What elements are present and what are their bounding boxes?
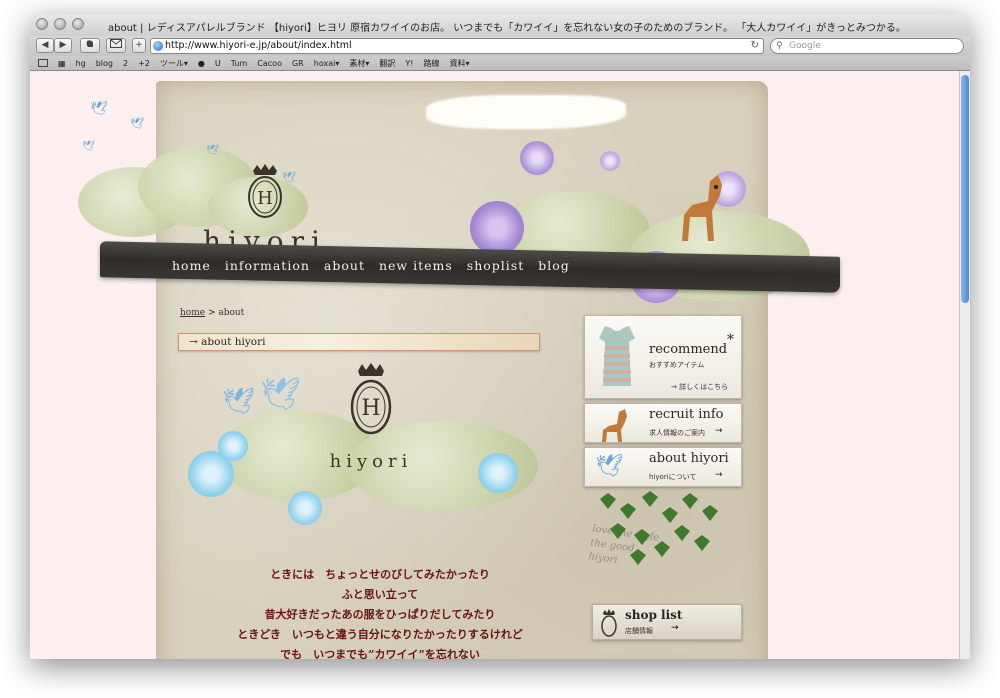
shoplist-card[interactable]: shop list 店舗情報 → [592,604,742,640]
search-input[interactable]: ⚲ Google [770,38,964,54]
page-viewport: 🕊 🕊 🕊 🕊 🕊 H hiyori home information abou… [30,71,959,659]
reload-icon[interactable]: ↻ [751,39,759,53]
arrow-right-icon: → [715,470,723,480]
bookmark-item[interactable]: Y! [405,59,413,68]
bird-icon: 🕊 [130,117,144,130]
elephant-icon [86,40,93,47]
arrow-right-icon: → [715,426,723,436]
section-title: → about hiyori [189,336,266,348]
bookmark-item[interactable]: ツール▾ [160,58,188,69]
bookmark-item[interactable]: hg [76,59,86,68]
breadcrumb-home-link[interactable]: home [180,308,205,318]
browser-window: about | レディスアパレルブランド 【hiyori】ヒヨリ 原宿カワイイの… [30,14,970,659]
about-subtitle: hiyoriについて [649,473,697,481]
ivy-decoration [600,491,718,565]
torn-paper-decoration [426,95,626,129]
recommend-subtitle: おすすめアイテム [649,361,705,369]
main-logo: H hiyori [326,361,416,472]
recruit-title: recruit info [649,407,724,422]
bookmark-item[interactable]: Cacoo [257,59,282,68]
bird-icon: 🕊 [595,454,623,479]
recruit-subtitle: 求人情報のご案内 [649,429,705,437]
search-placeholder: Google [789,41,821,51]
search-icon: ⚲ [776,41,783,51]
bookmarks-bar: ▦ hg blog 2 +2 ツール▾ ● U Tum Cacoo GR hox… [30,56,970,71]
bird-icon: 🕊 [260,375,301,413]
crest-icon: H [350,363,392,435]
bookmark-item[interactable]: 素材▾ [349,58,369,69]
main-navigation: home information about new items shoplis… [172,258,570,273]
crest-icon [601,609,617,637]
bookmark-item[interactable]: blog [96,59,113,68]
shoplist-title: shop list [625,608,683,622]
asterisk-icon: * [727,332,734,348]
grid-icon[interactable]: ▦ [58,59,66,68]
poem-line: ときには ちょっとせのびしてみたかったり [270,568,490,581]
bookmark-item[interactable]: GR [292,59,304,68]
breadcrumb: home > about [180,308,244,318]
title-bar: about | レディスアパレルブランド 【hiyori】ヒヨリ 原宿カワイイの… [30,14,970,36]
poem-text: ときには ちょっとせのびしてみたかったり ふと思い立って 昔大好きだったあの服を… [210,565,550,659]
recruit-card[interactable]: recruit info 求人情報のご案内 → [584,403,742,443]
poem-line: でも いつまでも”カワイイ”を忘れない [280,648,480,659]
dress-icon [599,326,635,386]
apple-icon[interactable]: ● [198,59,205,68]
window-controls [36,18,84,30]
bookmark-item[interactable]: Tum [231,59,248,68]
about-title: about hiyori [649,451,729,466]
poem-line: ときどき いつもと違う自分になりたかったりするけれど [237,628,523,641]
bird-icon: 🕊 [206,145,219,156]
nav-new-items[interactable]: new items [379,258,453,273]
envelope-icon [110,39,122,48]
scrollbar-thumb[interactable] [961,75,969,303]
bookmark-item[interactable]: 資料▾ [449,58,469,69]
evernote-button[interactable] [80,38,100,53]
book-icon[interactable] [38,59,48,67]
globe-icon [153,41,163,51]
close-window-button[interactable] [36,18,48,30]
about-card[interactable]: 🕊 about hiyori hiyoriについて → [584,447,742,487]
nav-blog[interactable]: blog [538,258,570,273]
bird-icon: 🕊 [222,387,256,417]
recommend-card[interactable]: recommend * おすすめアイテム → 詳しくはこちら [584,315,742,399]
zoom-window-button[interactable] [72,18,84,30]
poem-line: 昔大好きだったあの服をひっぱりだしてみたり [264,608,496,621]
mail-button[interactable] [106,38,126,53]
bookmark-item[interactable]: 翻訳 [379,58,395,69]
bookmark-item[interactable]: 2 [123,59,128,68]
bookmark-item[interactable]: 路線 [423,58,439,69]
back-button[interactable]: ◀ [36,38,54,53]
browser-toolbar: ◀ ▶ + http://www.hiyori-e.jp/about/index… [30,36,970,56]
nav-about[interactable]: about [324,258,365,273]
breadcrumb-separator: > [205,308,219,318]
bookmark-item[interactable]: hoxai▾ [314,59,340,68]
shoplist-subtitle: 店舗情報 [625,627,653,635]
add-bookmark-button[interactable]: + [132,38,146,53]
svg-text:H: H [361,396,380,421]
recommend-title: recommend [649,342,728,357]
section-heading: → about hiyori [178,333,540,351]
address-bar[interactable]: http://www.hiyori-e.jp/about/index.html … [150,38,764,54]
bird-icon: 🕊 [90,101,108,117]
nav-shoplist[interactable]: shoplist [467,258,524,273]
url-text: http://www.hiyori-e.jp/about/index.html [165,40,352,51]
window-title: about | レディスアパレルブランド 【hiyori】ヒヨリ 原宿カワイイの… [108,23,906,34]
arrow-right-icon: → [671,623,679,633]
minimize-window-button[interactable] [54,18,66,30]
deer-icon [682,175,722,241]
nav-information[interactable]: information [225,258,310,273]
breadcrumb-current: about [218,308,245,318]
recommend-link[interactable]: → 詳しくはこちら [671,382,728,392]
nav-home[interactable]: home [172,258,211,273]
main-brand-wordmark: hiyori [329,451,413,472]
crest-icon: H [248,164,282,218]
vertical-scrollbar[interactable] [959,71,970,659]
poem-line: ふと思い立って [341,588,419,601]
forward-button[interactable]: ▶ [54,38,72,53]
bookmark-item[interactable]: +2 [138,59,150,68]
bookmark-item[interactable]: U [215,59,221,68]
svg-text:H: H [257,188,273,209]
deer-icon [602,409,627,442]
bird-icon: 🕊 [82,141,95,152]
